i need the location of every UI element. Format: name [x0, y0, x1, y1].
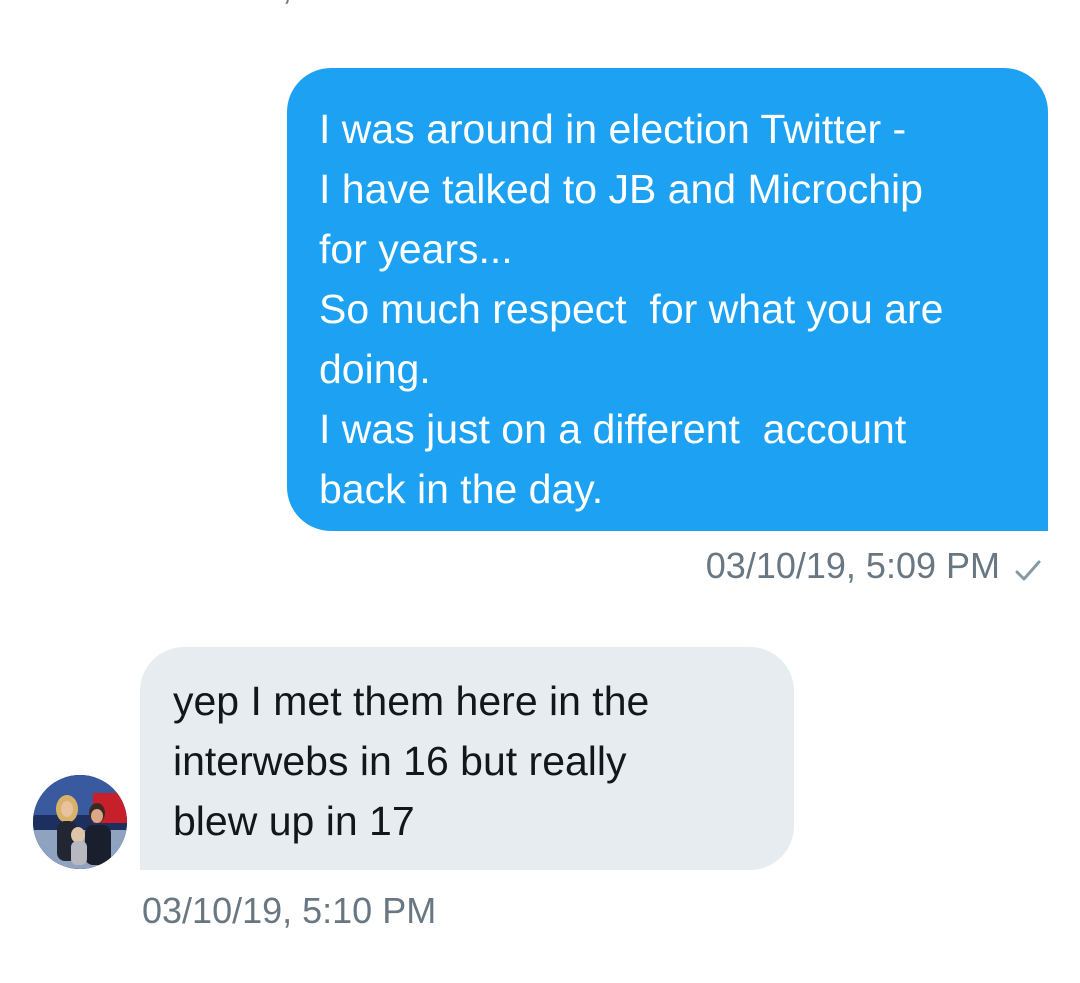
received-message-timestamp: 03/10/19, 5:10 PM	[142, 890, 437, 931]
sent-message-line: I was just on a different account	[319, 406, 907, 452]
sent-message-timestamp: 03/10/19, 5:09 PM	[705, 545, 1000, 586]
received-message-line: yep I met them here in the	[173, 678, 650, 724]
received-message-bubble[interactable]: yep I met them here in the interwebs in …	[140, 647, 794, 870]
received-message-line: interwebs in 16 but really	[173, 738, 627, 784]
previous-message-timestamp: 03/10/19, 5:07 PM	[142, 0, 436, 8]
sent-message-meta: 03/10/19, 5:09 PM	[706, 545, 1042, 587]
sent-message-line: for years...	[319, 226, 513, 272]
sent-message-line: I was around in election Twitter -	[319, 106, 907, 152]
received-message-line: blew up in 17	[173, 798, 415, 844]
sent-message-line: doing.	[319, 346, 431, 392]
sent-message-line: back in the day.	[319, 466, 604, 512]
sent-message-bubble[interactable]: I was around in election Twitter - I hav…	[287, 68, 1048, 531]
sent-message-line: So much respect for what you are	[319, 286, 944, 332]
check-icon	[1014, 552, 1042, 581]
sent-message-line: I have talked to JB and Microchip	[319, 166, 923, 212]
avatar[interactable]	[33, 775, 127, 869]
